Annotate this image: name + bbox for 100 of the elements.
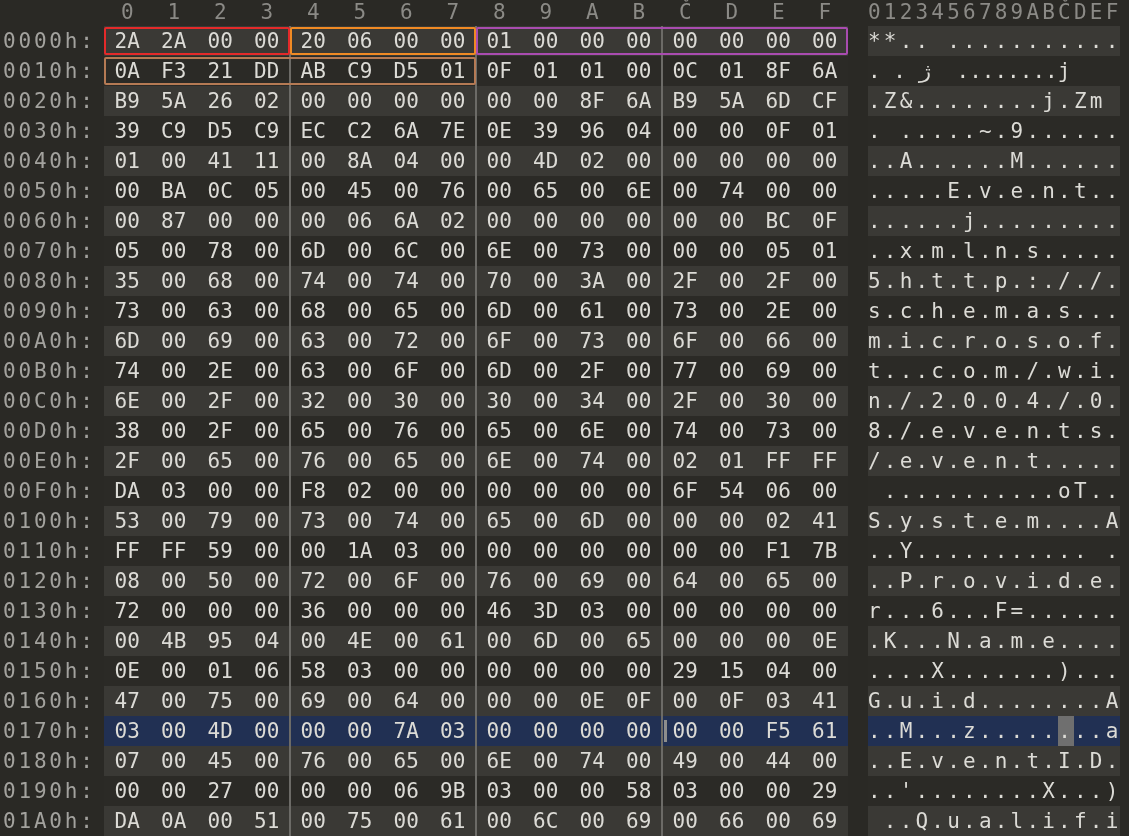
hex-byte[interactable]: 01 <box>708 446 755 476</box>
hex-row[interactable]: 00 4B 95 04 00 4E 00 61 00 6D 00 65 00 00 00 0E <box>104 626 848 656</box>
hex-byte[interactable]: 00 <box>429 146 476 176</box>
hex-byte[interactable]: 00 <box>801 326 848 356</box>
hex-byte[interactable]: 65 <box>197 446 244 476</box>
hex-byte[interactable]: 00 <box>662 26 709 56</box>
hex-byte[interactable]: 00 <box>662 206 709 236</box>
hex-byte[interactable]: 00 <box>290 536 337 566</box>
hex-byte[interactable]: 20 <box>290 26 337 56</box>
hex-byte[interactable]: 6C <box>522 806 569 836</box>
hex-byte[interactable]: 87 <box>150 206 197 236</box>
hex-byte[interactable]: 00 <box>662 146 709 176</box>
hex-byte[interactable]: 05 <box>104 236 151 266</box>
hex-byte[interactable]: 2F <box>662 386 709 416</box>
hex-byte[interactable]: 30 <box>383 386 430 416</box>
hex-byte[interactable]: 00 <box>522 26 569 56</box>
hex-byte[interactable]: 75 <box>336 806 383 836</box>
hex-byte[interactable]: C2 <box>336 116 383 146</box>
hex-byte[interactable]: 6C <box>383 236 430 266</box>
hex-byte[interactable]: 00 <box>708 116 755 146</box>
hex-byte[interactable]: 00 <box>569 26 616 56</box>
hex-byte[interactable]: 35 <box>104 266 151 296</box>
hex-byte[interactable]: 76 <box>290 446 337 476</box>
hex-byte[interactable]: D5 <box>383 56 430 86</box>
hex-byte[interactable]: 4B <box>150 626 197 656</box>
hex-byte[interactable]: 61 <box>801 716 848 746</box>
hex-byte[interactable]: 00 <box>243 476 290 506</box>
hex-byte[interactable]: 69 <box>801 806 848 836</box>
hex-byte[interactable]: 00 <box>662 686 709 716</box>
hex-byte[interactable]: 8F <box>755 56 802 86</box>
hex-byte[interactable]: 00 <box>662 806 709 836</box>
hex-byte[interactable]: 65 <box>383 446 430 476</box>
hex-byte[interactable]: 00 <box>708 296 755 326</box>
hex-byte[interactable]: 00 <box>150 506 197 536</box>
hex-byte[interactable]: 00 <box>801 746 848 776</box>
hex-byte[interactable]: 01 <box>801 236 848 266</box>
hex-row[interactable]: 2A 2A 00 00 20 06 00 00 01 00 00 00 00 00 00 00 <box>104 26 848 56</box>
hex-byte[interactable]: 69 <box>615 806 662 836</box>
hex-byte[interactable]: 06 <box>336 206 383 236</box>
hex-byte[interactable]: 00 <box>104 206 151 236</box>
hex-byte[interactable]: 74 <box>383 506 430 536</box>
hex-byte[interactable]: 74 <box>708 176 755 206</box>
hex-byte[interactable]: 00 <box>476 146 523 176</box>
hex-byte[interactable]: 6E <box>476 746 523 776</box>
hex-byte[interactable]: 00 <box>615 536 662 566</box>
hex-byte[interactable]: 03 <box>383 536 430 566</box>
hex-byte[interactable]: 00 <box>755 776 802 806</box>
hex-byte[interactable]: FF <box>801 446 848 476</box>
hex-byte[interactable]: 6F <box>383 566 430 596</box>
hex-byte[interactable]: 0C <box>197 176 244 206</box>
hex-byte[interactable]: 00 <box>615 716 662 746</box>
hex-byte[interactable]: 00 <box>662 626 709 656</box>
hex-byte[interactable]: 00 <box>336 686 383 716</box>
hex-byte[interactable]: 00 <box>150 386 197 416</box>
hex-byte[interactable]: 02 <box>336 476 383 506</box>
hex-byte[interactable]: 00 <box>522 566 569 596</box>
ascii-row[interactable]: .Z&........j.Zm <box>868 86 1120 116</box>
hex-byte[interactable]: 06 <box>336 26 383 56</box>
hex-byte[interactable]: 04 <box>243 626 290 656</box>
hex-byte[interactable]: 00 <box>476 206 523 236</box>
hex-byte[interactable]: 00 <box>383 176 430 206</box>
hex-byte[interactable]: 00 <box>569 476 616 506</box>
hex-byte[interactable]: 74 <box>104 356 151 386</box>
hex-byte[interactable]: 69 <box>755 356 802 386</box>
hex-byte[interactable]: 41 <box>801 506 848 536</box>
hex-byte[interactable]: 00 <box>476 806 523 836</box>
ascii-row[interactable]: **.. ........... <box>868 26 1120 56</box>
hex-byte[interactable]: 00 <box>662 116 709 146</box>
hex-byte[interactable]: 00 <box>708 356 755 386</box>
hex-byte[interactable]: 76 <box>383 416 430 446</box>
hex-byte[interactable]: 39 <box>104 116 151 146</box>
hex-byte[interactable]: 2E <box>755 296 802 326</box>
hex-byte[interactable]: 7E <box>429 116 476 146</box>
hex-byte[interactable]: 00 <box>615 56 662 86</box>
hex-byte[interactable]: 6F <box>662 326 709 356</box>
hex-byte[interactable]: 00 <box>708 566 755 596</box>
hex-byte[interactable]: 00 <box>755 596 802 626</box>
hex-byte[interactable]: 03 <box>104 716 151 746</box>
hex-byte[interactable]: 00 <box>801 176 848 206</box>
hex-byte[interactable]: 00 <box>243 686 290 716</box>
hex-byte[interactable]: 00 <box>662 596 709 626</box>
hex-byte[interactable]: 00 <box>615 476 662 506</box>
hex-byte[interactable]: 00 <box>476 686 523 716</box>
hex-byte[interactable]: 00 <box>383 806 430 836</box>
hex-byte[interactable]: 00 <box>708 626 755 656</box>
hex-byte[interactable]: 03 <box>755 686 802 716</box>
hex-byte[interactable]: 00 <box>429 566 476 596</box>
hex-byte[interactable]: 00 <box>197 26 244 56</box>
hex-byte[interactable]: 95 <box>197 626 244 656</box>
hex-byte[interactable]: 00 <box>197 596 244 626</box>
hex-byte[interactable]: 68 <box>290 296 337 326</box>
hex-byte[interactable]: F1 <box>755 536 802 566</box>
hex-byte[interactable]: 00 <box>476 86 523 116</box>
ascii-row[interactable]: 5.h.t.t.p.:././. <box>868 266 1120 296</box>
hex-byte[interactable]: 70 <box>476 266 523 296</box>
hex-byte[interactable]: 00 <box>429 596 476 626</box>
hex-row[interactable]: 53 00 79 00 73 00 74 00 65 00 6D 00 00 00 02 41 <box>104 506 848 536</box>
hex-byte[interactable]: 00 <box>522 236 569 266</box>
hex-byte[interactable]: 66 <box>755 326 802 356</box>
hex-byte[interactable]: 38 <box>104 416 151 446</box>
